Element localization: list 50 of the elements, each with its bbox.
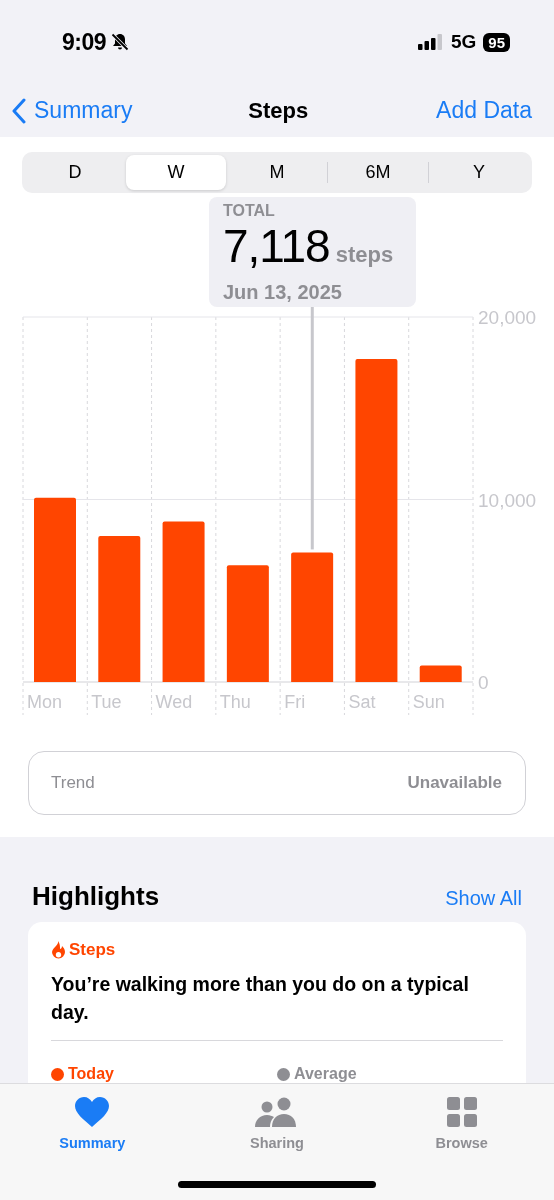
screen-title: Steps bbox=[247, 97, 310, 124]
y-axis-label: 20,000 bbox=[478, 307, 537, 328]
bar[interactable] bbox=[98, 536, 141, 682]
tab-bar-item[interactable]: Summary bbox=[27, 1094, 158, 1152]
back-button[interactable]: Summary bbox=[12, 97, 133, 124]
legend-label: Average bbox=[294, 1065, 357, 1083]
bar[interactable] bbox=[291, 552, 334, 682]
trend-card[interactable]: Trend Unavailable bbox=[28, 751, 526, 815]
tab-bar-item[interactable]: Browse bbox=[396, 1094, 527, 1152]
x-axis-label: Sun bbox=[412, 692, 445, 712]
range-tab[interactable]: Y bbox=[429, 155, 529, 190]
x-axis-label: Mon bbox=[27, 692, 62, 712]
x-axis-label: Sat bbox=[348, 692, 376, 712]
trend-value: Unavailable bbox=[407, 773, 502, 793]
signal-icon bbox=[417, 34, 444, 50]
range-tab[interactable]: W bbox=[126, 155, 226, 190]
y-axis-label: 10,000 bbox=[478, 489, 537, 511]
category-label: Steps bbox=[69, 940, 116, 960]
add-data-button[interactable]: Add Data bbox=[436, 97, 532, 124]
x-axis-label: Tue bbox=[91, 692, 122, 712]
chevron-left-icon bbox=[12, 97, 26, 124]
muted-bell-icon bbox=[110, 32, 131, 52]
section-title: Highlights bbox=[32, 881, 160, 912]
x-axis-label: Thu bbox=[219, 692, 251, 712]
range-tab[interactable]: 6M bbox=[328, 155, 428, 190]
x-axis-label: Wed bbox=[155, 692, 193, 712]
range-tab[interactable]: D bbox=[25, 155, 125, 190]
bar[interactable] bbox=[355, 359, 398, 682]
callout-label: TOTAL bbox=[223, 202, 276, 220]
total-value: 7,118 bbox=[223, 220, 330, 272]
tab-bar-item[interactable]: Sharing bbox=[212, 1094, 342, 1152]
battery-level: 95 bbox=[483, 32, 510, 52]
bar[interactable] bbox=[162, 521, 205, 682]
y-axis-label: 0 bbox=[478, 672, 489, 693]
highlight-message: You’re walking more than you do on a typical day. bbox=[51, 972, 470, 1025]
trend-label: Trend bbox=[51, 773, 95, 793]
clock-time: 9:09 bbox=[62, 28, 107, 56]
grid-icon bbox=[446, 1097, 477, 1127]
network-label: 5G bbox=[450, 31, 477, 53]
range-tab[interactable]: M bbox=[227, 155, 327, 190]
show-all-link[interactable]: Show All bbox=[445, 887, 522, 910]
highlight-card[interactable]: Steps You’re walking more than you do on a typical day. Today Average bbox=[28, 922, 526, 1083]
bar[interactable] bbox=[419, 665, 462, 682]
date-label: Jun 13, 2025 bbox=[223, 281, 343, 304]
heart-icon bbox=[75, 1097, 110, 1127]
legend-label: Today bbox=[68, 1065, 114, 1083]
bar[interactable] bbox=[226, 565, 269, 682]
flame-icon bbox=[51, 940, 66, 960]
x-axis-label: Fri bbox=[284, 692, 306, 712]
unit-label: steps bbox=[335, 241, 394, 269]
